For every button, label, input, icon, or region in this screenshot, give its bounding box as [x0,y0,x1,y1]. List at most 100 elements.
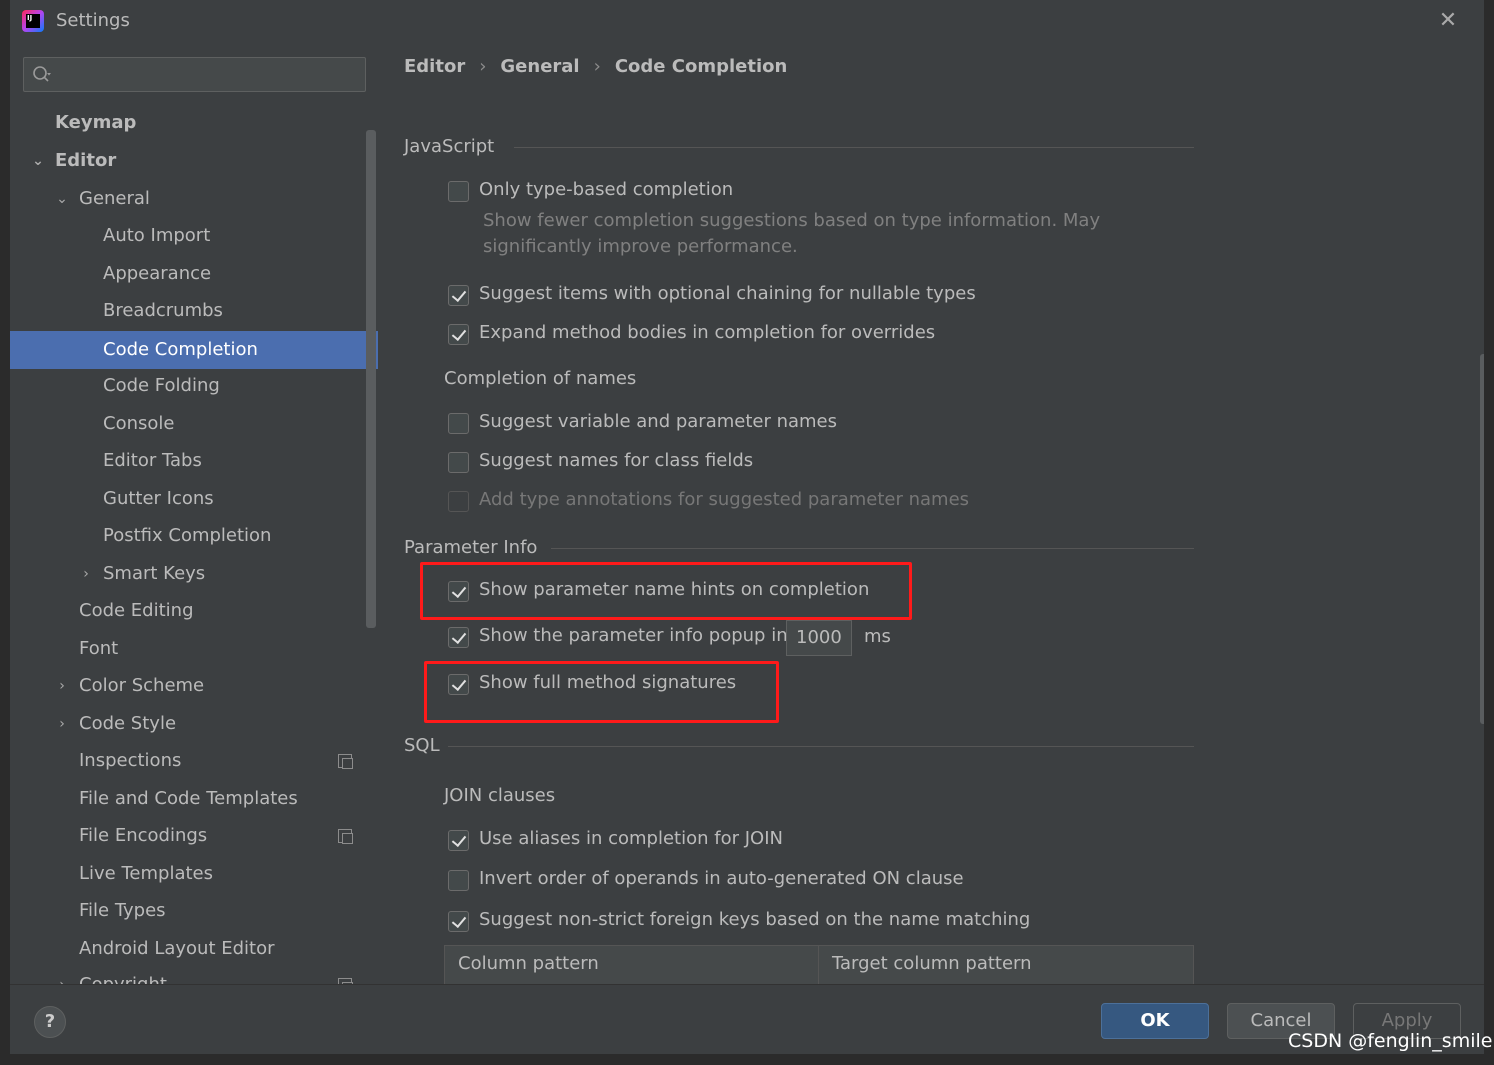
sidebar-item-auto-import[interactable]: Auto Import [10,217,378,255]
highlight-box [424,661,779,723]
non-strict-fk-label: Suggest non-strict foreign keys based on… [479,909,1031,930]
parameter-info-popup-label: Show the parameter info popup in [479,625,788,646]
sidebar-item-label: Code Completion [103,339,258,360]
sidebar-item-label: Android Layout Editor [79,938,275,959]
sidebar-item-inspections[interactable]: Inspections [10,742,378,780]
invert-operands-label: Invert order of operands in auto-generat… [479,868,964,889]
highlight-box [420,562,912,620]
sidebar-item-general[interactable]: ⌄ General [10,180,378,218]
chevron-right-icon: › [479,56,487,77]
breadcrumb-code-completion: Code Completion [614,56,788,77]
project-scope-icon [338,754,353,769]
suggest-class-fields-label: Suggest names for class fields [479,450,754,471]
use-aliases-label: Use aliases in completion for JOIN [479,828,783,849]
sidebar-item-label: Keymap [55,112,137,133]
sidebar-item-gutter-icons[interactable]: Gutter Icons [10,480,378,518]
chevron-right-icon[interactable]: › [55,966,69,984]
sidebar-item-color-scheme[interactable]: › Color Scheme [10,667,378,705]
sidebar-item-label: General [79,188,150,209]
only-type-based-checkbox[interactable] [448,181,469,202]
sidebar-item-console[interactable]: Console [10,405,378,443]
search-input[interactable] [23,57,366,92]
sidebar-item-font[interactable]: Font [10,630,378,668]
sidebar-item-label: Inspections [79,750,182,771]
sidebar-item-label: File and Code Templates [79,788,298,809]
settings-content: Editor › General › Code Completion JavaScrip… [378,42,1484,984]
sidebar-item-label: Appearance [103,263,212,284]
chevron-right-icon[interactable]: › [55,667,69,705]
sidebar-item-file-and-code-templates[interactable]: File and Code Templates [10,780,378,818]
sidebar-item-appearance[interactable]: Appearance [10,255,378,293]
sidebar-item-android-layout-editor[interactable]: Android Layout Editor [10,930,378,968]
sidebar-item-keymap[interactable]: Keymap [10,104,378,142]
sidebar-item-file-types[interactable]: File Types [10,892,378,930]
chevron-right-icon[interactable]: › [79,555,93,593]
use-aliases-checkbox[interactable] [448,830,469,851]
sidebar-item-label: Postfix Completion [103,525,272,546]
breadcrumb-general[interactable]: General [500,56,579,77]
optional-chaining-checkbox[interactable] [448,285,469,306]
project-scope-icon [338,829,353,844]
window-title: Settings [56,10,130,31]
popup-delay-unit: ms [864,626,891,647]
optional-chaining-label: Suggest items with optional chaining for… [479,283,976,304]
suggest-variable-names-checkbox[interactable] [448,413,469,434]
sidebar-item-code-style[interactable]: › Code Style [10,705,378,743]
sidebar-item-code-folding[interactable]: Code Folding [10,367,378,405]
sidebar-item-editor-tabs[interactable]: Editor Tabs [10,442,378,480]
sidebar-item-copyright[interactable]: › Copyright [10,966,378,984]
help-button[interactable]: ? [34,1006,66,1038]
section-divider [551,548,1194,549]
sidebar-item-label: Code Folding [103,375,220,396]
sidebar-item-label: Gutter Icons [103,488,214,509]
sidebar-item-smart-keys[interactable]: › Smart Keys [10,555,378,593]
chevron-down-icon[interactable]: ⌄ [55,180,69,218]
invert-operands-checkbox[interactable] [448,870,469,891]
completion-of-names-heading: Completion of names [444,368,637,389]
content-scrollbar[interactable] [1480,354,1484,724]
only-type-based-description: Show fewer completion suggestions based … [483,210,1101,257]
breadcrumb: Editor › General › Code Completion [404,56,787,77]
expand-method-bodies-label: Expand method bodies in completion for o… [479,322,936,343]
section-divider [448,746,1194,747]
sidebar-item-breadcrumbs[interactable]: Breadcrumbs [10,292,378,330]
sidebar-item-live-templates[interactable]: Live Templates [10,855,378,893]
sidebar-item-label: Smart Keys [103,563,206,584]
chevron-right-icon[interactable]: › [55,705,69,743]
sidebar-item-code-completion[interactable]: Code Completion [10,331,378,369]
column-pattern-table-header: Column pattern Target column pattern [444,945,1194,984]
sidebar-item-label: Color Scheme [79,675,205,696]
expand-method-bodies-checkbox[interactable] [448,324,469,345]
sidebar-item-label: File Types [79,900,166,921]
only-type-based-label: Only type-based completion [479,179,734,200]
sidebar-item-label: Console [103,413,175,434]
table-header-cell[interactable]: Column pattern [445,946,818,984]
suggest-class-fields-checkbox[interactable] [448,452,469,473]
sidebar-item-file-encodings[interactable]: File Encodings [10,817,378,855]
breadcrumb-editor[interactable]: Editor [404,56,465,77]
ok-button[interactable]: OK [1101,1003,1209,1039]
sidebar-item-label: Code Style [79,713,177,734]
sidebar-item-editor[interactable]: ⌄ Editor [10,142,378,180]
search-icon [33,66,51,82]
sidebar-item-label: Live Templates [79,863,213,884]
settings-sidebar: Keymap ⌄ Editor ⌄ General Auto Import Ap… [10,42,378,984]
close-icon[interactable]: ✕ [1436,9,1460,33]
sidebar-item-label: File Encodings [79,825,208,846]
section-javascript-heading: JavaScript [404,136,495,157]
section-parameter-info-heading: Parameter Info [404,537,538,558]
sidebar-item-label: Editor Tabs [103,450,202,471]
sidebar-scrollbar[interactable] [366,130,376,628]
non-strict-fk-checkbox[interactable] [448,911,469,932]
table-header-cell[interactable]: Target column pattern [818,946,1193,984]
sidebar-item-code-editing[interactable]: Code Editing [10,592,378,630]
suggest-variable-names-label: Suggest variable and parameter names [479,411,838,432]
parameter-info-popup-checkbox[interactable] [448,627,469,648]
sidebar-item-label: Code Editing [79,600,194,621]
sidebar-item-postfix-completion[interactable]: Postfix Completion [10,517,378,555]
chevron-down-icon[interactable]: ⌄ [31,142,45,180]
popup-delay-input[interactable]: 1000 [786,620,852,656]
add-type-annotations-checkbox [448,491,469,512]
sidebar-item-label: Editor [55,150,117,171]
outer-left-strip [0,0,10,1065]
